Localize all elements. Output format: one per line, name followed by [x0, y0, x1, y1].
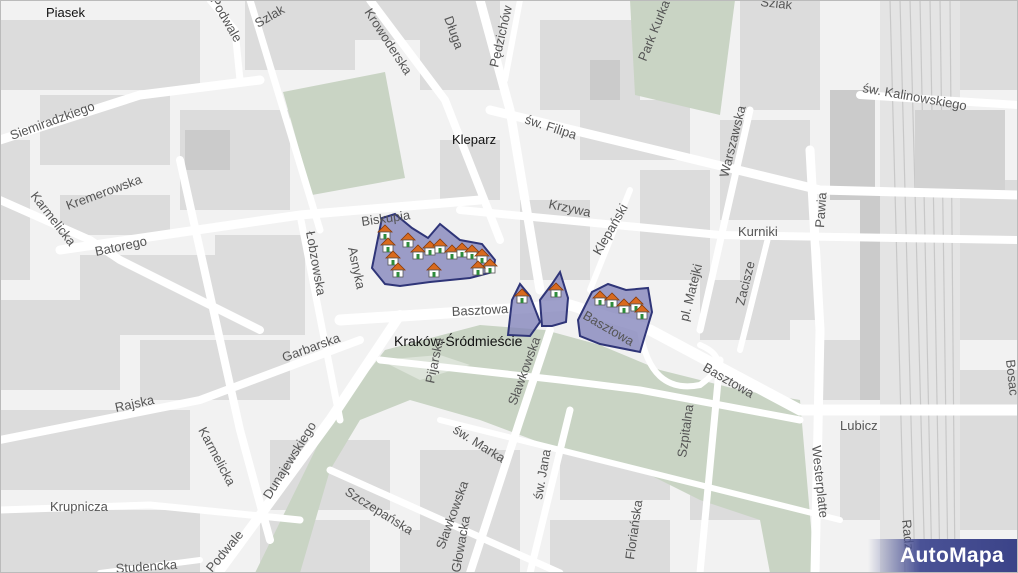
district-label-piasek: Piasek [46, 5, 86, 20]
street-label: Basztowa [451, 301, 509, 319]
district-label-srodmiescie: Kraków-Śródmieście [394, 332, 523, 349]
automapa-logo: AutoMapa [868, 539, 1018, 573]
street-label: Kurniki [738, 224, 778, 239]
map-canvas[interactable]: Piasek Kleparz Kraków-Śródmieście Szlak … [0, 0, 1018, 573]
brand-name: AutoMapa [900, 544, 1004, 567]
district-label-kleparz: Kleparz [452, 132, 496, 147]
map-view[interactable]: Piasek Kleparz Kraków-Śródmieście Szlak … [0, 0, 1018, 573]
street-label: Lubicz [840, 418, 878, 433]
street-label: Krupnicza [50, 499, 109, 514]
street-label: Pawia [812, 191, 829, 228]
